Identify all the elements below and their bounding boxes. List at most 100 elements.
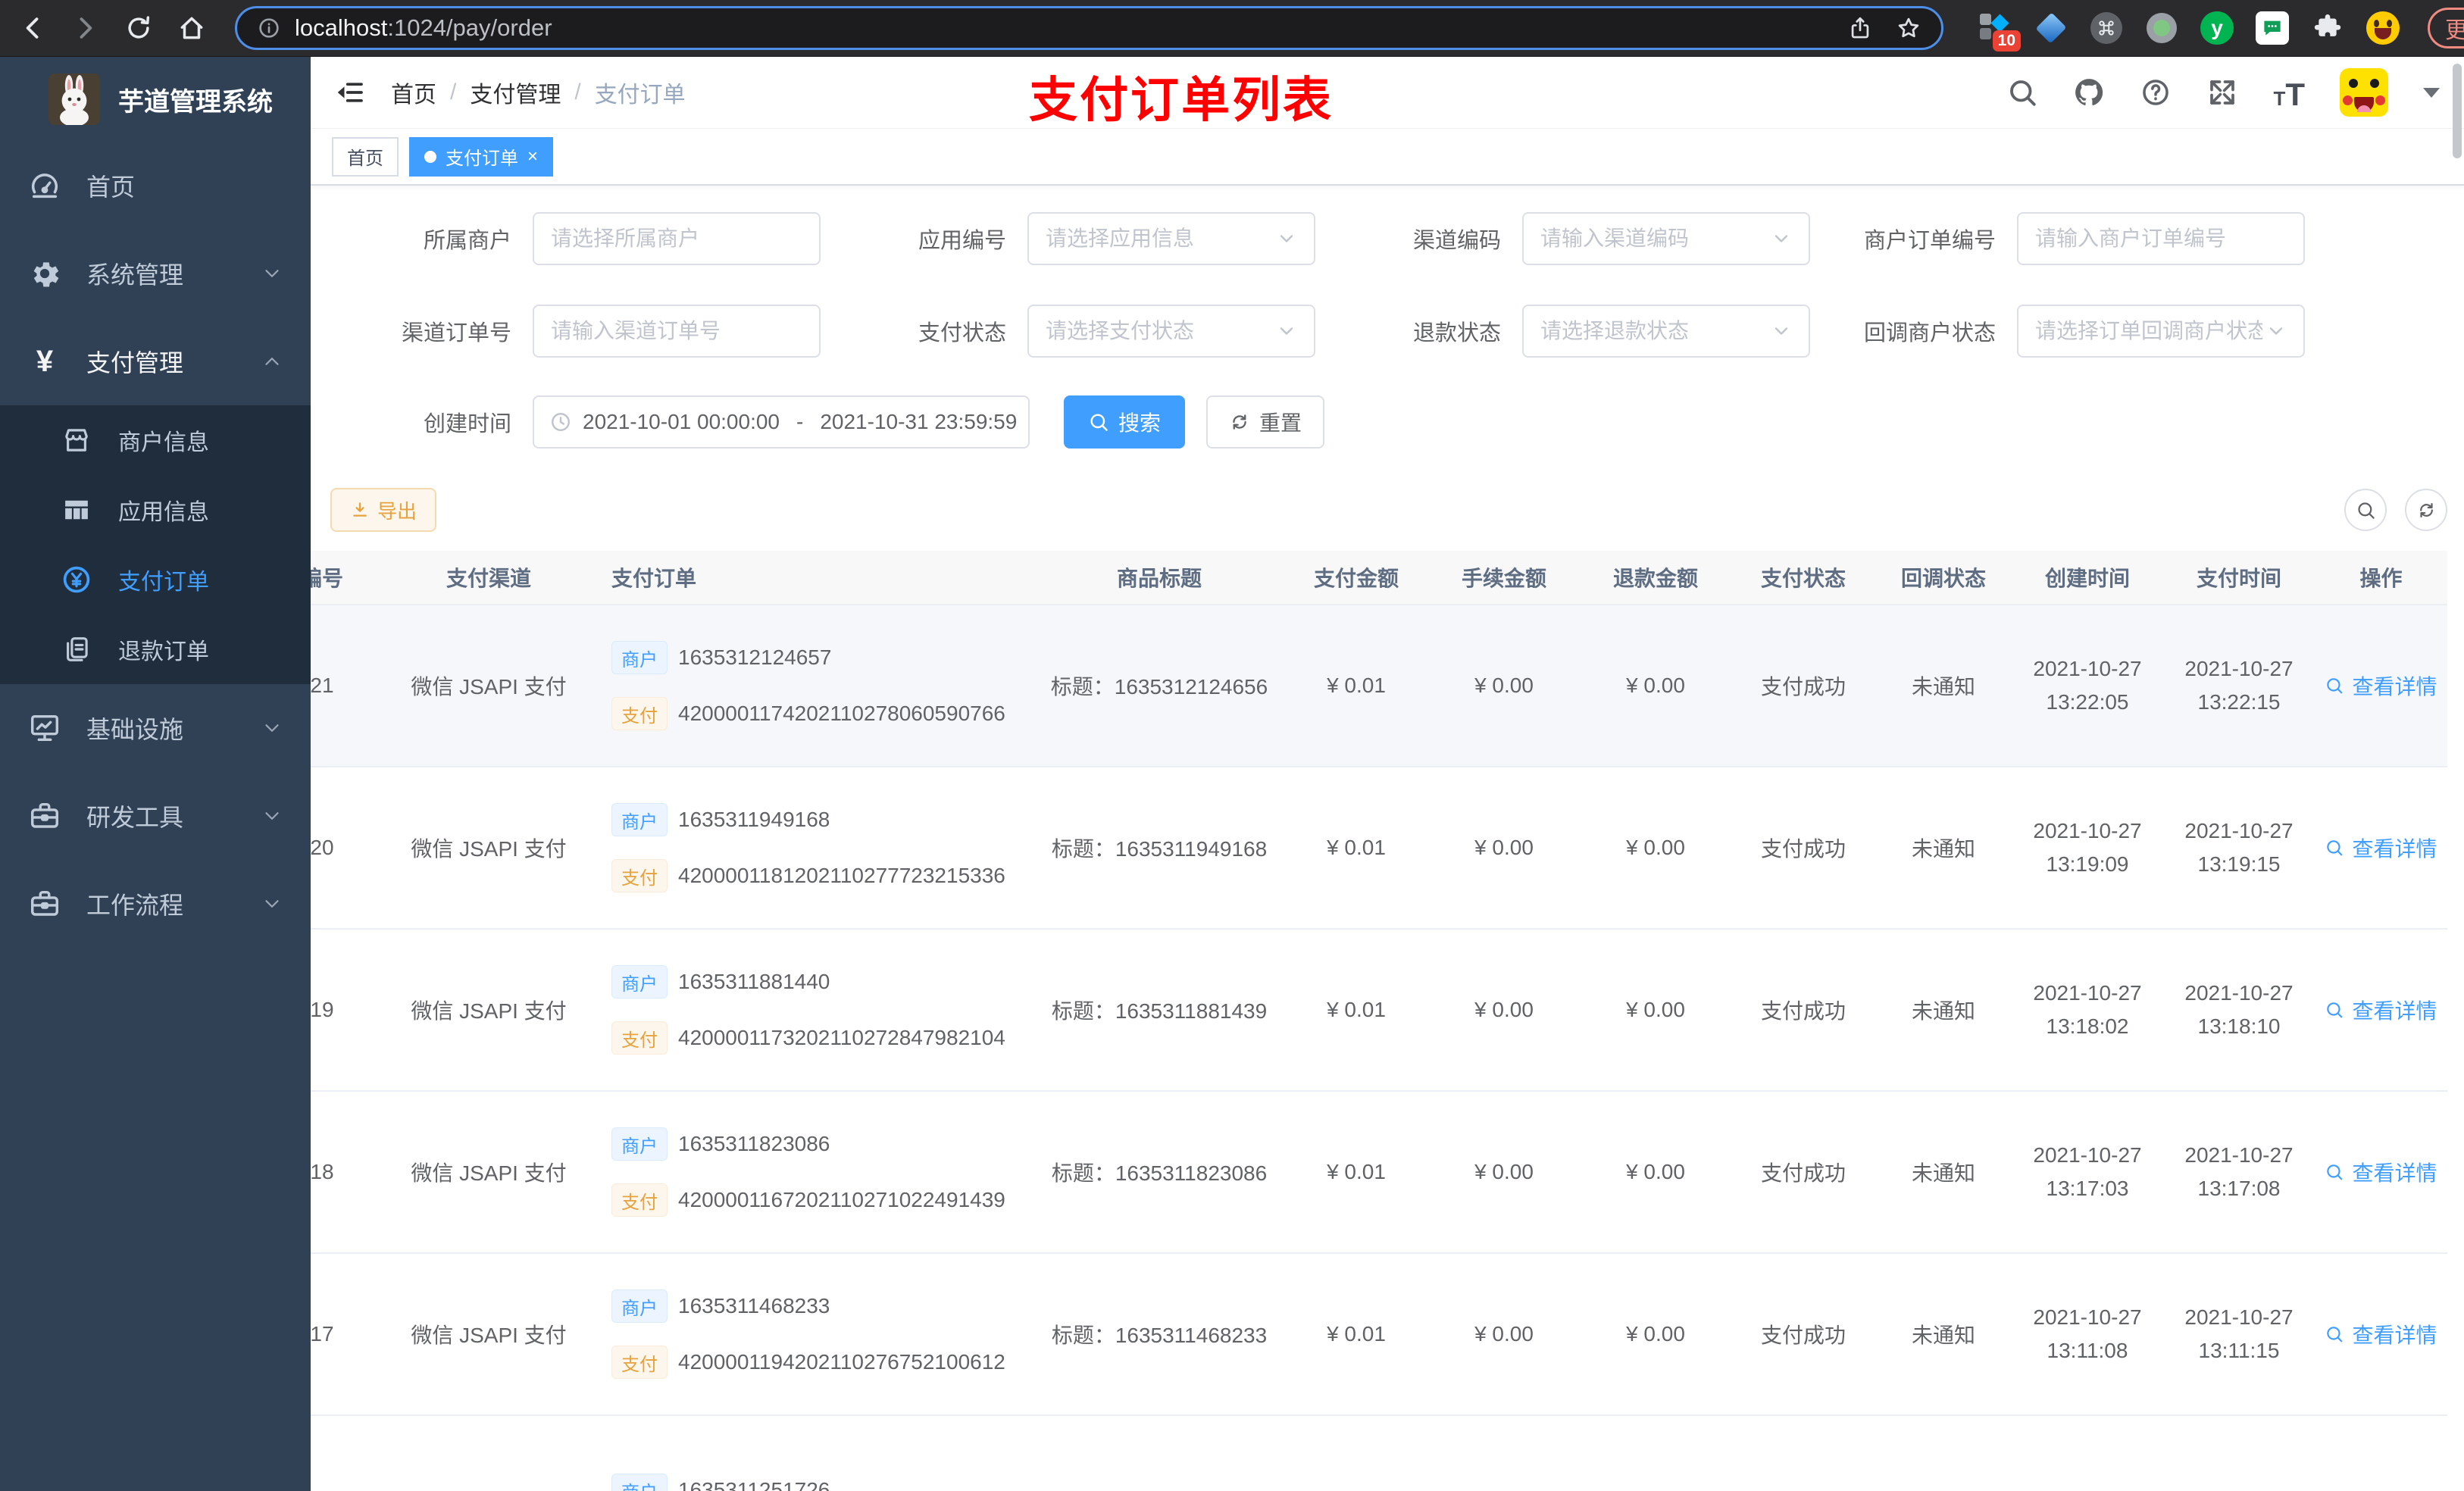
sidebar-item-label: 研发工具	[86, 804, 184, 831]
sidebar-item-退款订单[interactable]: 退款订单	[0, 614, 311, 684]
chevron-down-icon	[261, 892, 283, 915]
record-ext-icon[interactable]	[2144, 11, 2179, 45]
merchant-order-no-field[interactable]	[2017, 212, 2305, 265]
monitor-icon	[27, 711, 62, 746]
filter-row-3: 创建时间 2021-10-01 00:00:00 - 2021-10-31 23…	[311, 395, 2464, 449]
sidebar-item-首页[interactable]: 首页	[0, 142, 311, 230]
merchant-select[interactable]	[533, 212, 821, 265]
sidebar-menu: 首页 系统管理 ¥ 支付管理 商户信息应用信息支付订单退款订单 基础设施研发工具工作流程	[0, 142, 311, 948]
info-icon[interactable]	[257, 16, 281, 40]
chevron-down-icon	[261, 717, 283, 739]
table-row: 21 微信 JSAPI 支付 商户 1635312124657 支付 4200001174…	[311, 605, 2447, 767]
forward-icon[interactable]	[71, 14, 100, 42]
column-header: 支付金额	[1313, 567, 1399, 590]
cell-paid-time: 2021-10-27 13:19:15	[2184, 819, 2294, 876]
create-time-range-picker[interactable]: 2021-10-01 00:00:00 - 2021-10-31 23:59:5…	[533, 395, 1030, 449]
view-detail-link[interactable]: 查看详情	[2315, 995, 2447, 1025]
app-logo-row[interactable]: 芋道管理系统	[0, 57, 311, 142]
merchant-tag: 商户	[611, 965, 668, 999]
cell-refund: ¥ 0.00	[1626, 836, 1685, 859]
pay-status-select[interactable]	[1027, 305, 1315, 358]
channel-code-select[interactable]	[1522, 212, 1810, 265]
search-icon[interactable]	[2006, 77, 2038, 108]
puzzle-icon[interactable]	[2310, 11, 2345, 45]
view-detail-link[interactable]: 查看详情	[2315, 833, 2447, 863]
view-detail-link[interactable]: 查看详情	[2315, 1157, 2447, 1187]
share-icon[interactable]	[1847, 15, 1873, 41]
download-icon	[350, 500, 370, 520]
cell-paid-time: 2021-10-27 13:17:08	[2184, 1143, 2294, 1200]
sidebar-item-工作流程[interactable]: 工作流程	[0, 860, 311, 948]
github-icon[interactable]	[2073, 77, 2105, 108]
cell-amount: ¥ 0.01	[1327, 1160, 1386, 1183]
sidebar-fold-icon[interactable]	[335, 77, 365, 108]
sidebar-item-label: 应用信息	[118, 500, 209, 525]
profile-emoji-icon[interactable]	[2366, 11, 2400, 45]
help-icon[interactable]	[2140, 77, 2172, 108]
view-detail-link[interactable]: 查看详情	[2315, 670, 2447, 701]
breadcrumb-home[interactable]: 首页	[391, 76, 436, 109]
cell-fee: ¥ 0.00	[1474, 1160, 1534, 1183]
merchant-tag: 商户	[611, 803, 668, 836]
export-button[interactable]: 导出	[330, 488, 437, 532]
sidekick-ext-icon[interactable]: 10	[1978, 11, 2021, 52]
grid-icon	[61, 494, 92, 526]
sidebar-item-应用信息[interactable]: 应用信息	[0, 475, 311, 545]
chevron-down-icon[interactable]	[2423, 87, 2440, 98]
app-select[interactable]	[1027, 212, 1315, 265]
refresh-table-button[interactable]	[2405, 489, 2447, 531]
reset-button[interactable]: 重置	[1206, 395, 1325, 449]
notify-status-input[interactable]	[2035, 319, 2262, 343]
channel-order-no-field[interactable]	[533, 305, 821, 358]
merchant-order-no-input[interactable]	[2035, 227, 2287, 251]
tab-pay-order[interactable]: 支付订单 ×	[409, 136, 554, 177]
column-header: 商品标题	[1116, 567, 1202, 590]
merchant-input[interactable]	[551, 227, 802, 251]
update-button[interactable]: 更新	[2428, 8, 2464, 48]
app-input[interactable]	[1046, 227, 1273, 251]
view-detail-icon	[2325, 1162, 2344, 1182]
close-icon[interactable]: ×	[527, 147, 538, 166]
y-ext-icon[interactable]: y	[2200, 11, 2234, 45]
sidebar-item-研发工具[interactable]: 研发工具	[0, 772, 311, 860]
search-button[interactable]: 搜索	[1064, 395, 1186, 449]
pay-status-input[interactable]	[1046, 319, 1273, 343]
cell-notify-status: 未通知	[1911, 1161, 1975, 1185]
url-bar[interactable]: localhost:1024/pay/order	[235, 6, 1943, 50]
reload-icon[interactable]	[124, 14, 153, 42]
order-no-line: 支付 4200001167202110271022491439	[611, 1182, 1034, 1218]
sidebar-item-label: 支付订单	[118, 570, 209, 595]
sidebar-item-支付订单[interactable]: 支付订单	[0, 545, 311, 614]
refund-status-input[interactable]	[1540, 319, 1768, 343]
fullscreen-icon[interactable]	[2206, 77, 2238, 108]
kite-ext-icon[interactable]	[2034, 11, 2068, 45]
avatar[interactable]	[2340, 68, 2388, 117]
command-ext-icon[interactable]	[2089, 11, 2124, 45]
home-icon[interactable]	[177, 14, 206, 42]
tab-home[interactable]: 首页	[332, 136, 399, 177]
sidebar-item-支付管理[interactable]: ¥ 支付管理	[0, 317, 311, 405]
column-header: 操作	[2359, 567, 2403, 590]
sidebar-item-商户信息[interactable]: 商户信息	[0, 405, 311, 475]
chat-ext-icon[interactable]	[2255, 11, 2290, 45]
notify-status-select[interactable]	[2017, 305, 2305, 358]
page-scrollbar[interactable]	[2453, 64, 2462, 158]
breadcrumb-pay[interactable]: 支付管理	[470, 76, 561, 109]
back-icon[interactable]	[18, 14, 47, 42]
sidebar-item-基础设施[interactable]: 基础设施	[0, 684, 311, 772]
channel-code-input[interactable]	[1540, 227, 1768, 251]
cell-pay-order: 商户 1635311881440 支付 42000011732021102728479…	[602, 964, 1034, 1056]
channel-order-no-input[interactable]	[551, 319, 802, 343]
sidebar-item-系统管理[interactable]: 系统管理	[0, 230, 311, 317]
view-detail-link[interactable]: 查看详情	[2315, 1319, 2447, 1349]
merchant-tag: 商户	[611, 1474, 668, 1491]
show-search-toggle-button[interactable]	[2344, 489, 2387, 531]
cell-pay-order: 商户 1635311251726	[602, 1416, 1034, 1491]
view-detail-icon	[2325, 838, 2344, 858]
cell-notify-status: 未通知	[1911, 675, 1975, 699]
refund-status-select[interactable]	[1522, 305, 1810, 358]
chevron-down-icon	[1771, 320, 1792, 342]
font-size-icon[interactable]: TT	[2273, 77, 2305, 112]
column-header: 退款金额	[1612, 567, 1698, 590]
bookmark-star-icon[interactable]	[1896, 15, 1921, 41]
